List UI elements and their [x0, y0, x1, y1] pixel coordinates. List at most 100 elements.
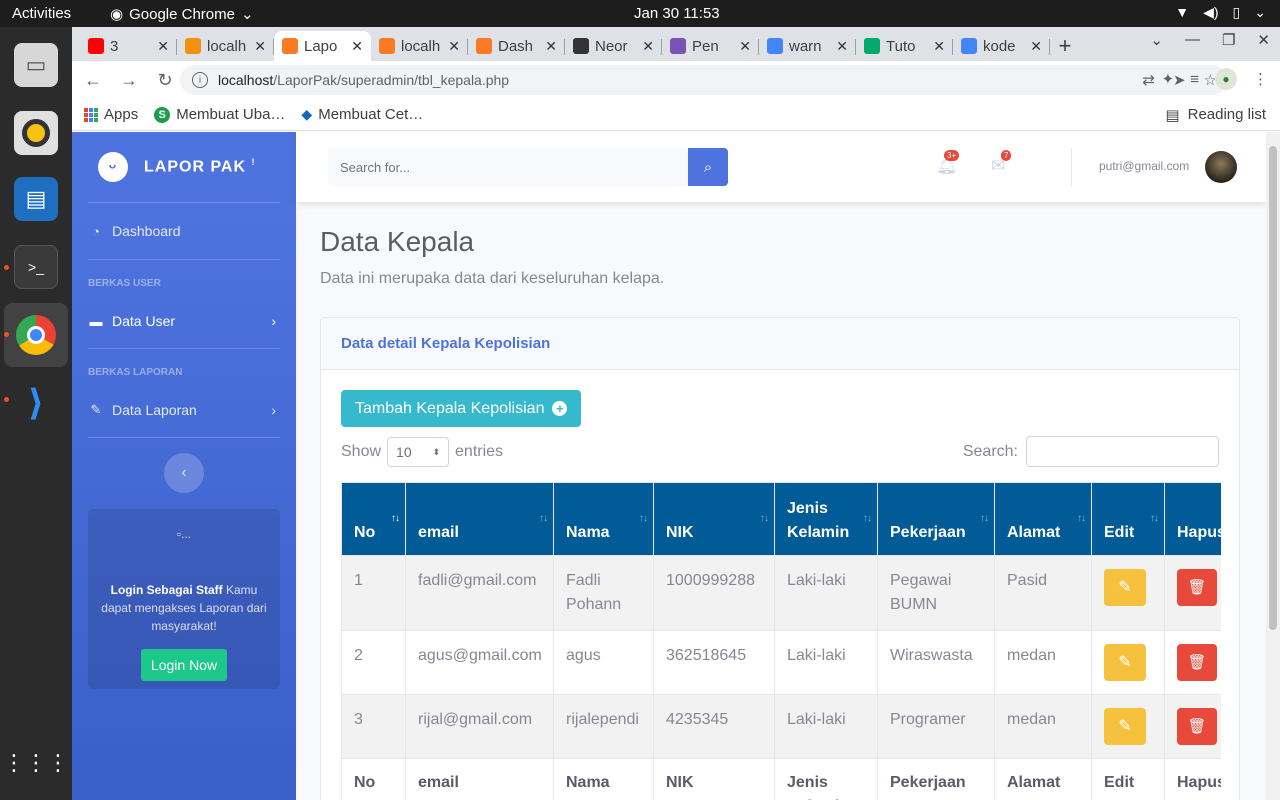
xampp-icon [282, 38, 298, 54]
scrollbar-thumb[interactable] [1269, 146, 1277, 630]
browser-tab[interactable]: Tuto ✕ [856, 31, 953, 61]
reading-list[interactable]: ▤ Reading list [1165, 106, 1266, 124]
page-scrollbar[interactable] [1266, 132, 1280, 800]
sort-icon: ↑↓ [1150, 513, 1159, 524]
bookmark-item[interactable]: ◆ Membuat Cet… [301, 106, 423, 123]
column-header[interactable]: Hapus [1164, 482, 1221, 556]
alerts-button[interactable]: 🔔︎ 3+ [936, 150, 960, 176]
edit-button[interactable]: ✎ [1104, 569, 1146, 606]
close-tab-icon[interactable]: ✕ [1030, 38, 1042, 55]
browser-tab[interactable]: 3 ✕ [80, 31, 177, 61]
table-row: 2 agus@gmail.com agus 362518645 Laki-lak… [341, 630, 1221, 695]
close-window-icon[interactable]: ✕ [1257, 31, 1270, 49]
tab-title: Pen [692, 37, 719, 55]
cell-pekerjaan: Wiraswasta [877, 630, 995, 695]
column-header[interactable]: Alamat ↑↓ [994, 482, 1092, 556]
browser-tab[interactable]: localh ✕ [371, 31, 468, 61]
browser-tab[interactable]: Pen ✕ [662, 31, 759, 61]
login-now-button[interactable]: Login Now [140, 649, 228, 681]
browser-tab[interactable]: Lapo ✕ [274, 31, 371, 61]
table-search-input[interactable] [1026, 436, 1219, 467]
column-header[interactable]: NIK ↑↓ [653, 482, 775, 556]
sidebar-toggle-button[interactable]: ‹ [164, 453, 204, 493]
translate-icon[interactable]: ⇄ [1142, 71, 1155, 89]
xampp-icon [379, 38, 395, 54]
user-avatar[interactable] [1205, 151, 1237, 183]
vscode-icon[interactable]: ⟩ [14, 381, 58, 425]
bookmark-item[interactable]: S Membuat Uba… [154, 106, 285, 123]
column-header[interactable]: Jenis Kelamin ↑↓ [774, 482, 878, 556]
url-path: /LaporPak/superadmin/tbl_kepala.php [273, 72, 510, 88]
footer-header: Edit [1091, 758, 1165, 800]
tab-search-icon[interactable]: ⌄ [1150, 31, 1163, 49]
browser-tab[interactable]: warn ✕ [759, 31, 856, 61]
site-info-icon[interactable]: i [192, 72, 208, 88]
bookmark-apps[interactable]: Apps [84, 106, 138, 123]
minimize-icon[interactable]: — [1185, 31, 1200, 49]
browser-tab[interactable]: Dash ✕ [468, 31, 565, 61]
tab-title: Dash [498, 37, 534, 55]
restore-icon[interactable]: ❐ [1222, 31, 1235, 49]
close-tab-icon[interactable]: ✕ [545, 38, 557, 55]
extensions-icon[interactable]: ✦ [1162, 70, 1175, 88]
messages-button[interactable]: ✉ 7 [991, 150, 1012, 176]
search-button[interactable]: ⌕ [688, 148, 728, 186]
close-tab-icon[interactable]: ✕ [739, 38, 751, 55]
browser-tab[interactable]: localh ✕ [177, 31, 274, 61]
chrome-icon[interactable] [14, 313, 58, 357]
column-header[interactable]: Nama ↑↓ [553, 482, 654, 556]
phpmyadmin-icon [185, 38, 201, 54]
close-tab-icon[interactable]: ✕ [351, 38, 363, 55]
close-tab-icon[interactable]: ✕ [836, 38, 848, 55]
address-bar[interactable]: i localhost/LaporPak/superadmin/tbl_kepa… [180, 65, 1227, 95]
sidebar-item-dashboard[interactable]: ◔ Dashboard [72, 203, 296, 259]
close-tab-icon[interactable]: ✕ [448, 38, 460, 55]
user-email[interactable]: putri@gmail.com [1099, 159, 1189, 173]
close-tab-icon[interactable]: ✕ [642, 38, 654, 55]
clock[interactable]: Jan 30 11:53 [634, 5, 720, 22]
writer-icon[interactable]: ▤ [14, 177, 58, 221]
terminal-icon[interactable]: >_ [14, 245, 58, 289]
sidebar-item-data-user[interactable]: ▬ Data User › [72, 298, 296, 344]
files-icon[interactable]: ▭ [14, 43, 58, 87]
column-header[interactable]: Pekerjaan ↑↓ [877, 482, 995, 556]
back-icon[interactable]: ← [82, 70, 104, 91]
cell-jenis-kelamin: Laki-laki [774, 694, 878, 759]
media-icon[interactable]: ≡ [1190, 71, 1199, 88]
forward-icon[interactable]: → [118, 70, 140, 91]
chrome-icon: ◉ [110, 6, 124, 23]
edit-button[interactable]: ✎ [1104, 644, 1146, 681]
activities-button[interactable]: Activities [12, 5, 71, 22]
show-apps-icon[interactable]: ⋮⋮⋮ [3, 741, 69, 785]
column-header[interactable]: Edit ↑↓ [1091, 482, 1165, 556]
close-tab-icon[interactable]: ✕ [157, 38, 169, 55]
sidebar-item-data-laporan[interactable]: ✎ Data Laporan › [72, 387, 296, 433]
close-tab-icon[interactable]: ✕ [254, 38, 266, 55]
menu-icon[interactable]: ⋮ [1253, 70, 1268, 88]
delete-button[interactable]: 🗑︎ [1177, 569, 1217, 606]
reload-icon[interactable]: ↻ [154, 70, 176, 91]
delete-button[interactable]: 🗑︎ [1177, 708, 1217, 745]
profile-avatar[interactable]: ● [1215, 68, 1237, 90]
delete-button[interactable]: 🗑︎ [1177, 644, 1217, 681]
app-menu[interactable]: ◉ Google Chrome ⌄ [110, 5, 254, 24]
column-header[interactable]: No ↑↓ [341, 482, 406, 556]
brand[interactable]: ᵕ LAPOR PAK ! [72, 132, 296, 202]
window-controls: ⌄ — ❐ ✕ [1150, 31, 1270, 49]
browser-tab[interactable]: kode ✕ [953, 31, 1050, 61]
footer-header: Alamat [994, 758, 1092, 800]
close-tab-icon[interactable]: ✕ [933, 38, 945, 55]
entries-select[interactable]: 10 ⬍ [387, 437, 450, 467]
table-row: 3 rijal@gmail.com rijalependi 4235345 La… [341, 694, 1221, 759]
rhythmbox-icon[interactable] [14, 111, 58, 155]
brand-name: LAPOR PAK [144, 158, 247, 176]
table-wrapper: No ↑↓ email ↑↓ Nama ↑↓ NIK ↑↓ Jenis Kelamin ↑… [341, 482, 1221, 800]
new-tab-button[interactable]: + [1050, 31, 1080, 61]
browser-tab[interactable]: Neor ✕ [565, 31, 662, 61]
search-input[interactable] [328, 148, 688, 186]
sidebar-divider [88, 348, 280, 349]
add-kepala-button[interactable]: Tambah Kepala Kepolisian + [341, 390, 582, 427]
column-header[interactable]: email ↑↓ [405, 482, 554, 556]
edit-button[interactable]: ✎ [1104, 708, 1146, 745]
system-tray[interactable]: ▼ ◀) ▯ ⌄ [1175, 4, 1266, 21]
